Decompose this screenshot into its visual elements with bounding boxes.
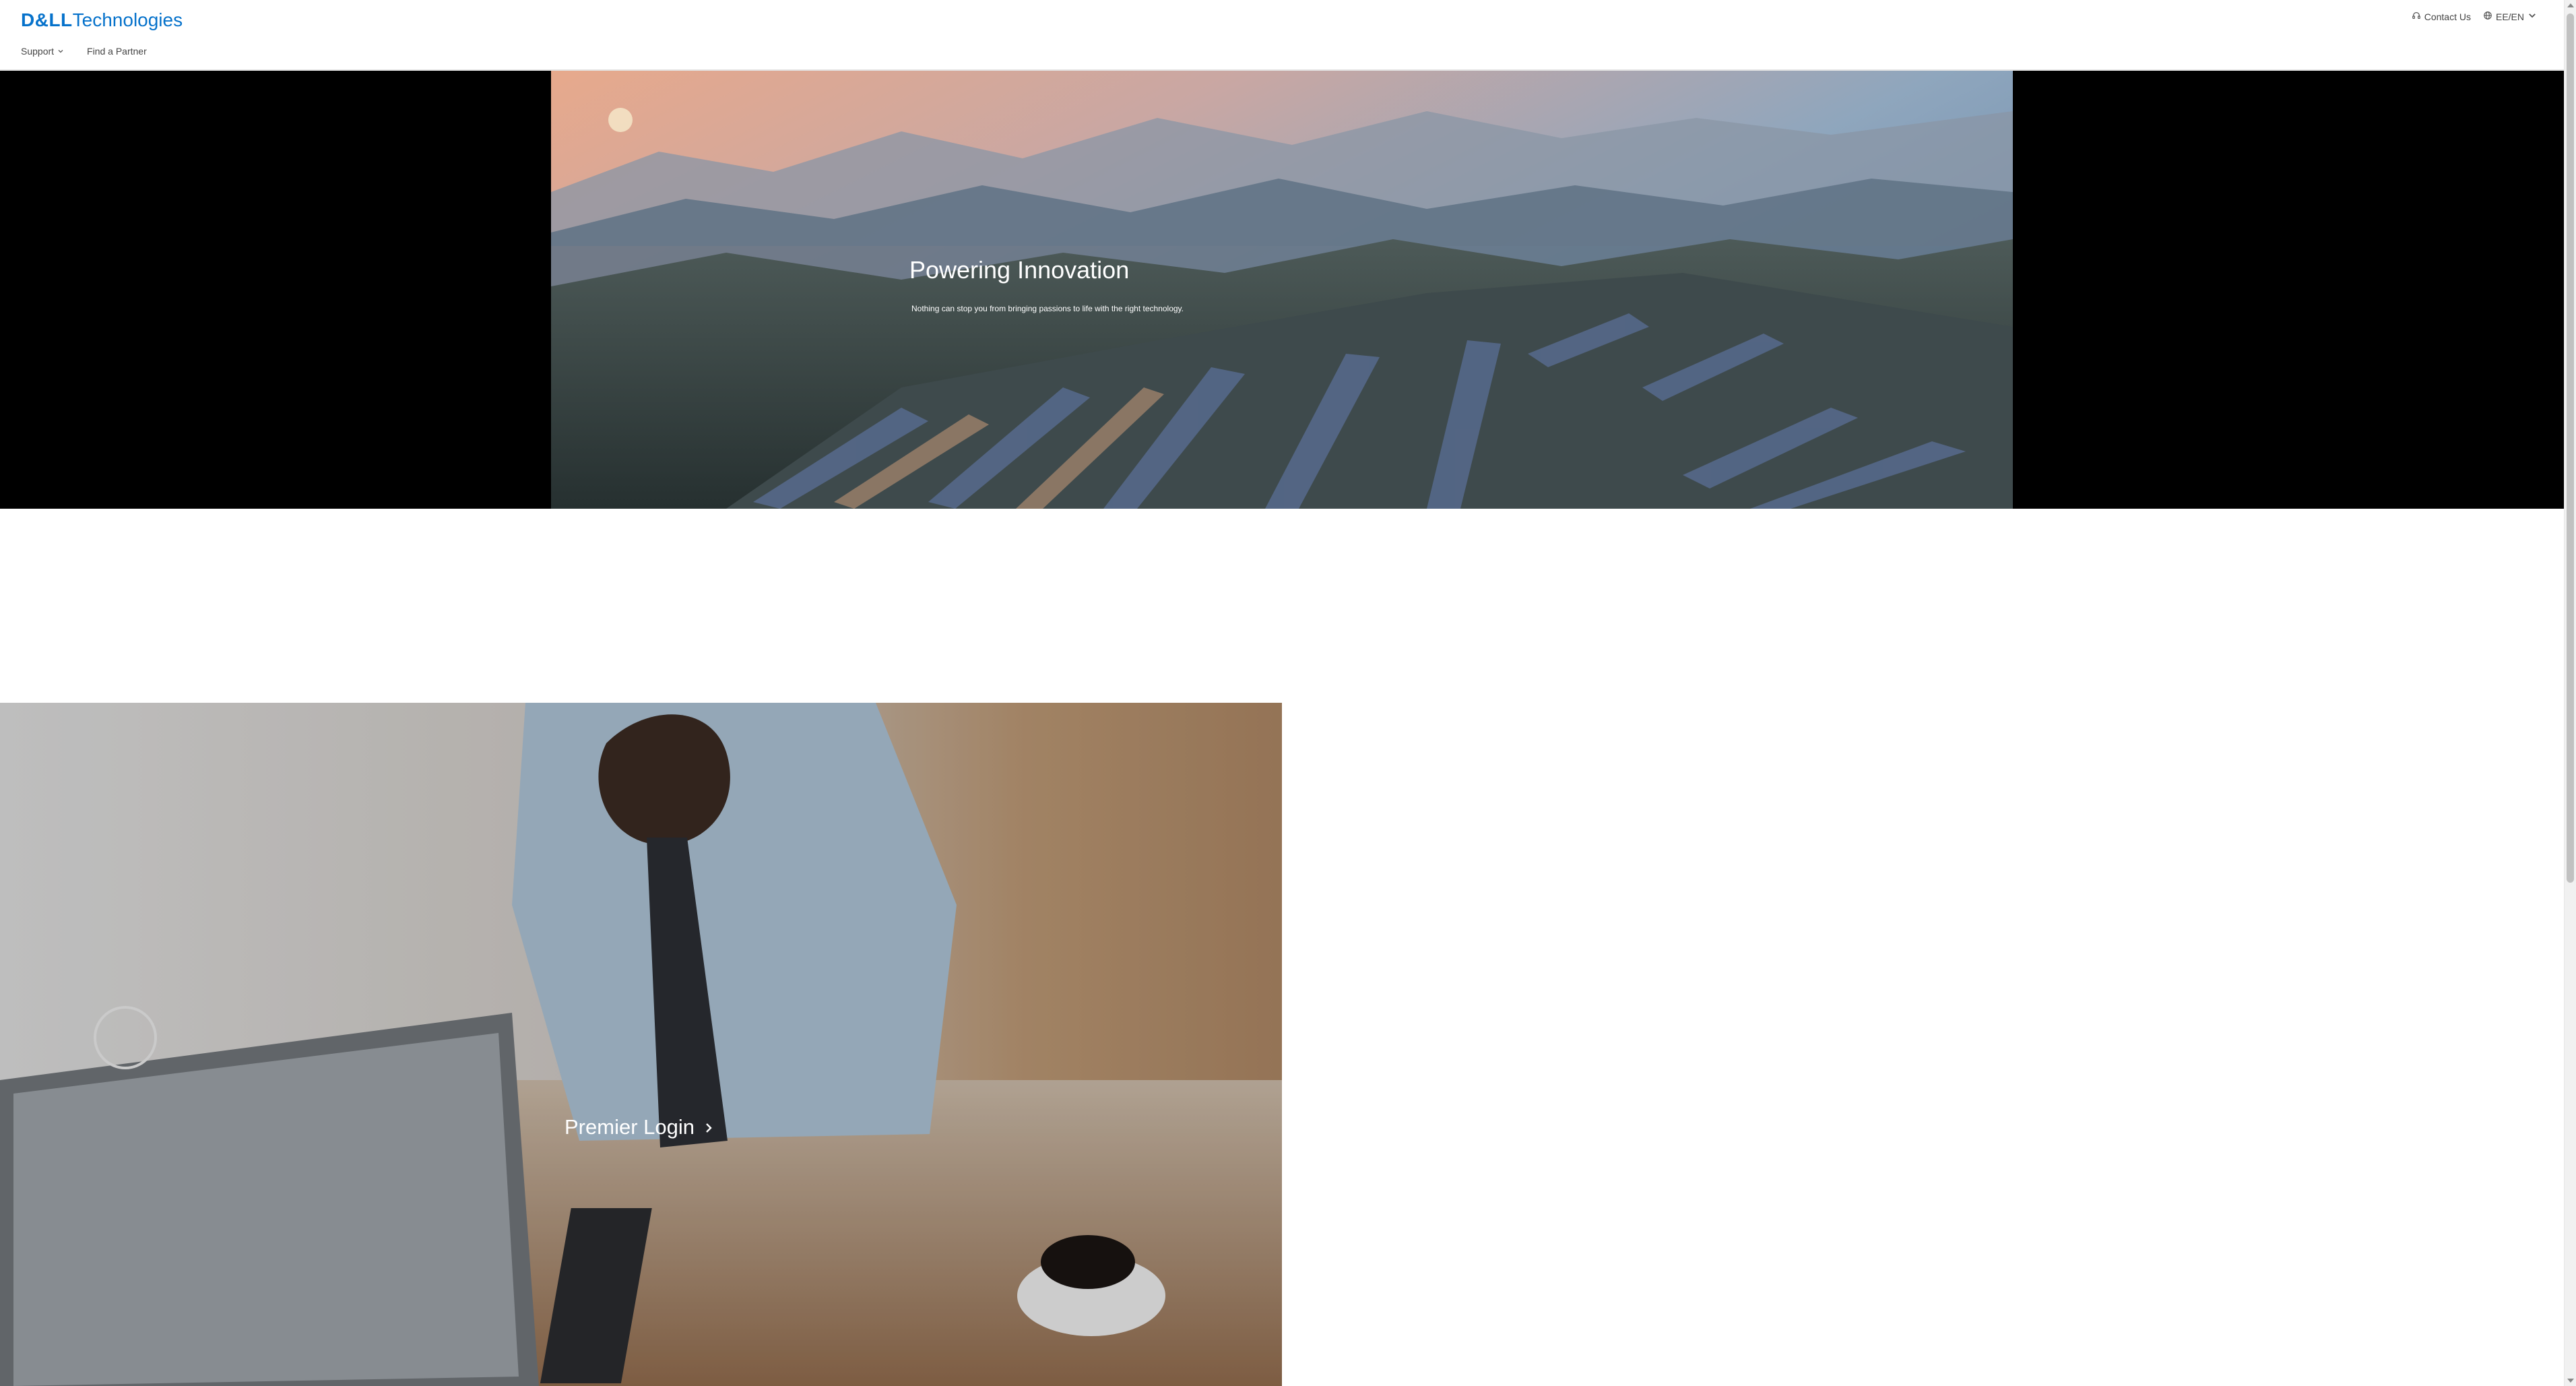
contact-us-label: Contact Us (2424, 11, 2471, 22)
logo-dell: D&LL (21, 9, 73, 30)
logo-technologies: Technologies (72, 9, 183, 30)
scroll-up-icon[interactable] (2567, 3, 2574, 7)
contact-us-link[interactable]: Contact Us (2412, 11, 2471, 22)
nav-item-find-a-partner[interactable]: Find a Partner (87, 46, 147, 57)
hero-subtitle: Nothing can stop you from bringing passi… (911, 304, 1184, 313)
utility-links: Contact Us EE/EN (2412, 11, 2537, 22)
nav-item-label: Support (21, 46, 55, 57)
chevron-right-icon (703, 1115, 715, 1139)
headset-icon (2412, 11, 2421, 22)
premier-login-card[interactable] (0, 703, 1282, 1386)
region-label: EE/EN (2495, 11, 2524, 22)
page-scrollbar[interactable] (2564, 0, 2576, 1386)
masthead: D&LL Technologies Contact Us EE/EN Suppo… (0, 0, 2564, 71)
nav-item-support[interactable]: Support (21, 46, 64, 57)
hero-banner: Powering Innovation Nothing can stop you… (0, 71, 2564, 509)
premier-login-label: Premier Login (565, 1115, 695, 1139)
hero-title: Powering Innovation (909, 256, 1130, 284)
nav-item-label: Find a Partner (87, 46, 147, 57)
scrollbar-thumb[interactable] (2567, 13, 2574, 883)
main-nav: Support Find a Partner (21, 46, 147, 57)
hero-image-mountains-solar (551, 71, 2013, 509)
chevron-down-icon (57, 46, 64, 57)
scroll-down-icon[interactable] (2567, 1379, 2574, 1383)
premier-login-link[interactable]: Premier Login (565, 1115, 715, 1139)
chevron-down-icon (2527, 11, 2537, 22)
premier-background-image (0, 703, 1282, 1386)
region-selector[interactable]: EE/EN (2483, 11, 2537, 22)
dell-technologies-logo[interactable]: D&LL Technologies (21, 9, 183, 31)
globe-icon (2483, 11, 2492, 22)
